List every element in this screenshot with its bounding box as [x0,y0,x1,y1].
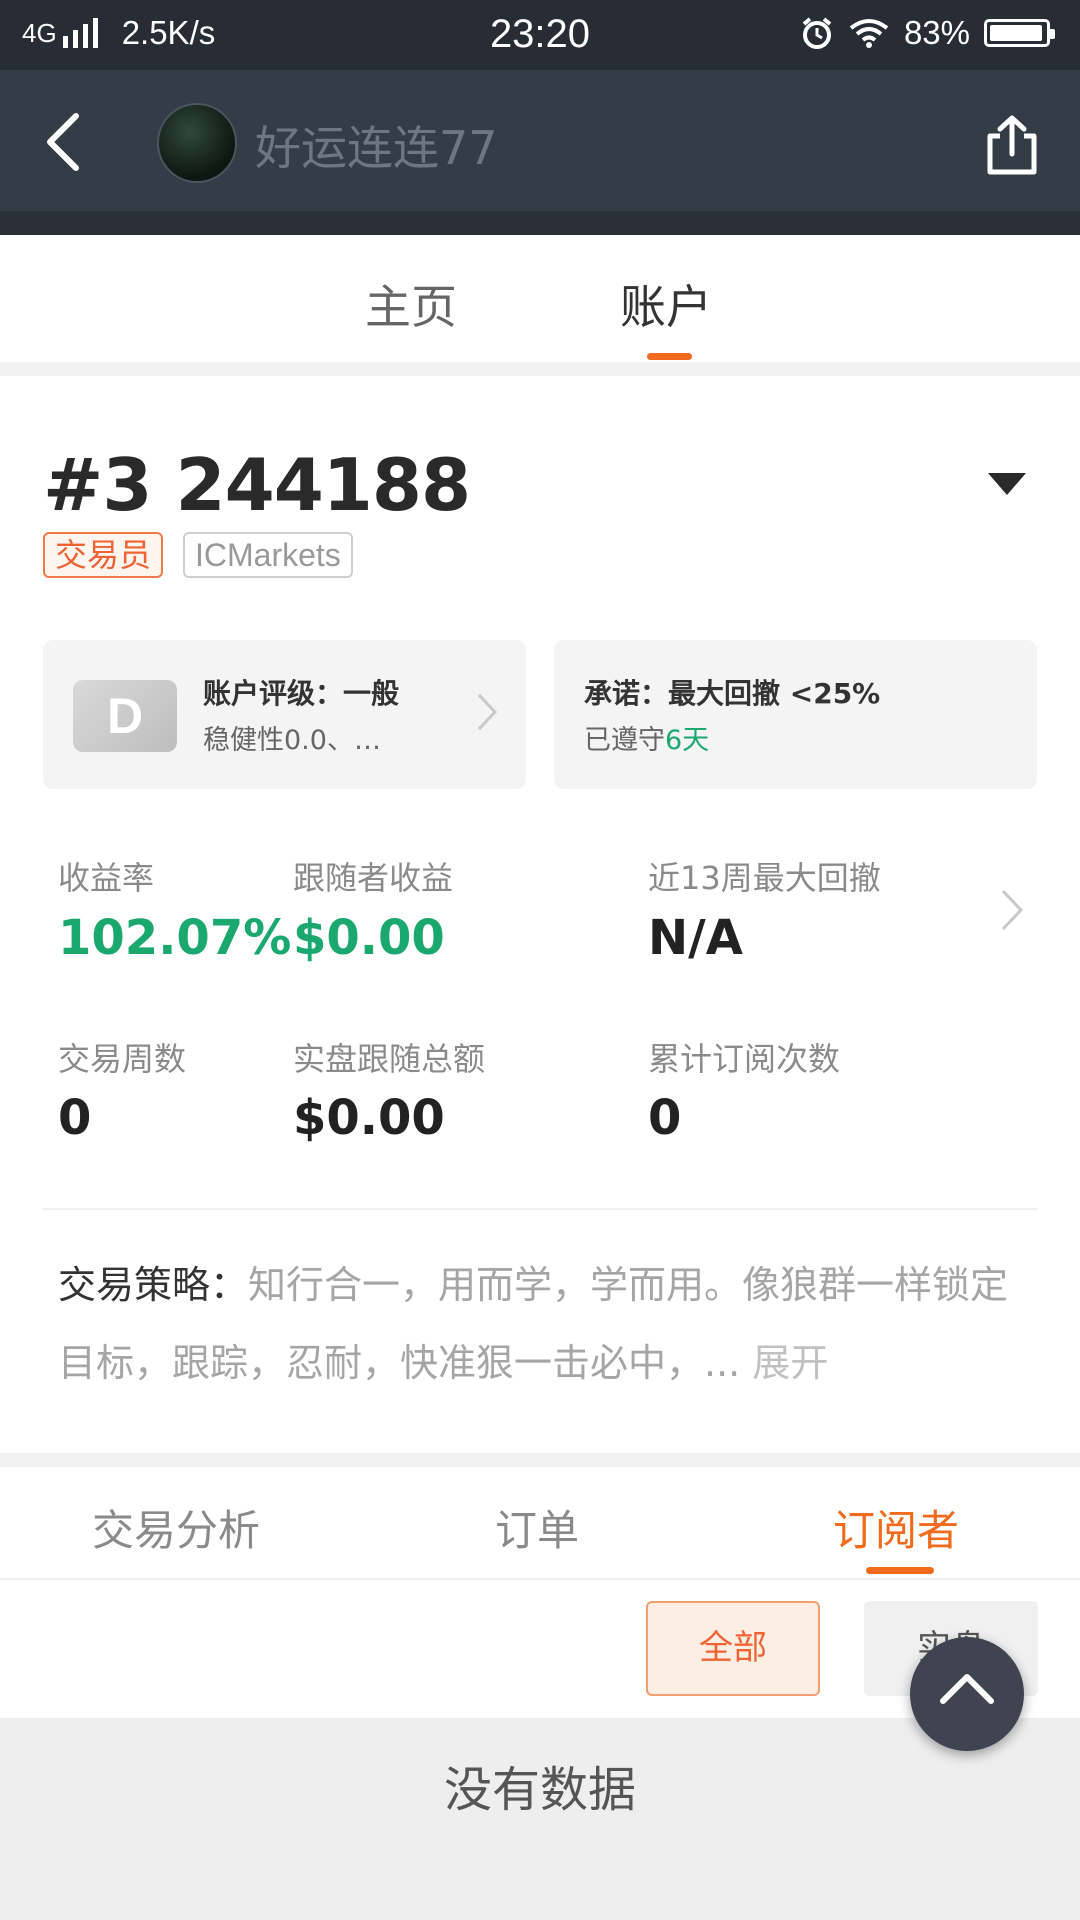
rating-sub: 稳健性0.0、… [203,725,381,756]
filter-all-button[interactable]: 全部 [646,1601,820,1696]
rating-title: 账户评级：一般 [203,677,400,710]
app-header: 好运连连77 [0,70,1080,235]
trader-badge: 交易员 [43,532,164,578]
avatar[interactable] [157,103,237,183]
return-rate-value: 102.07% [58,910,292,966]
tab-active-indicator [647,353,692,360]
return-rate-label: 收益率 [58,859,155,897]
broker-badge: ICMarkets [183,532,353,578]
battery-percent: 83% [903,14,970,51]
tab-orders[interactable]: 订单 [495,1497,579,1558]
header-shade [0,211,1080,235]
divider [43,1208,1037,1210]
status-bar: 4G 2.5K/s 23:20 83% [0,0,1080,70]
back-button[interactable] [40,112,90,172]
promise-sub-prefix: 已遵守 [584,725,665,756]
alarm-icon [802,17,832,49]
chevron-right-icon[interactable] [1000,888,1024,932]
promise-title: 承诺：最大回撤 <25% [584,677,881,710]
follower-profit-value: $0.00 [293,910,445,966]
promise-card: 承诺：最大回撤 <25% 已遵守6天 [554,640,1037,789]
status-right: 83% [800,14,1055,52]
subscription-count-label: 累计订阅次数 [648,1040,841,1078]
promise-days: 6天 [665,725,710,756]
grade-badge: D [73,680,177,752]
promise-sub: 已遵守6天 [584,718,709,757]
wifi-icon [849,19,889,48]
max-drawdown-value: N/A [648,910,743,966]
trade-weeks-label: 交易周数 [58,1040,187,1078]
expand-link[interactable]: 展开 [752,1341,828,1385]
max-drawdown-label: 近13周最大回撤 [648,859,881,897]
empty-state-text: 没有数据 [443,1762,636,1818]
strategy-label: 交易策略： [58,1263,249,1307]
follower-profit-label: 跟随者收益 [293,859,454,897]
chevron-up-icon [940,1674,994,1704]
detail-tab-bar: 交易分析 订单 订阅者 [0,1467,1080,1580]
chevron-right-icon [477,693,498,731]
live-follow-total-label: 实盘跟随总额 [293,1040,486,1078]
battery-icon [984,19,1055,47]
live-follow-total-value: $0.00 [293,1090,445,1146]
tab-home[interactable]: 主页 [365,271,457,337]
tab-trade-analysis[interactable]: 交易分析 [92,1497,260,1558]
strategy-text: 交易策略：知行合一，用而学，学而用。像狼群一样锁定目标，跟踪，忍耐，快准狠一击必… [58,1246,1038,1402]
account-dropdown-icon[interactable] [988,473,1026,495]
section-divider [0,1453,1080,1467]
account-number: #3 244188 [43,443,471,527]
top-tab-bar: 主页 账户 [0,235,1080,360]
scroll-to-top-button[interactable] [910,1637,1024,1751]
tab-subscribers[interactable]: 订阅者 [833,1497,959,1558]
user-name: 好运连连77 [255,121,498,175]
tab-active-indicator [866,1567,934,1574]
section-divider [0,362,1080,376]
account-rating-card[interactable]: D 账户评级：一般 稳健性0.0、… [43,640,526,789]
trade-weeks-value: 0 [58,1090,92,1146]
share-icon[interactable] [984,114,1040,176]
tab-account[interactable]: 账户 [620,271,712,337]
subscription-count-value: 0 [648,1090,682,1146]
